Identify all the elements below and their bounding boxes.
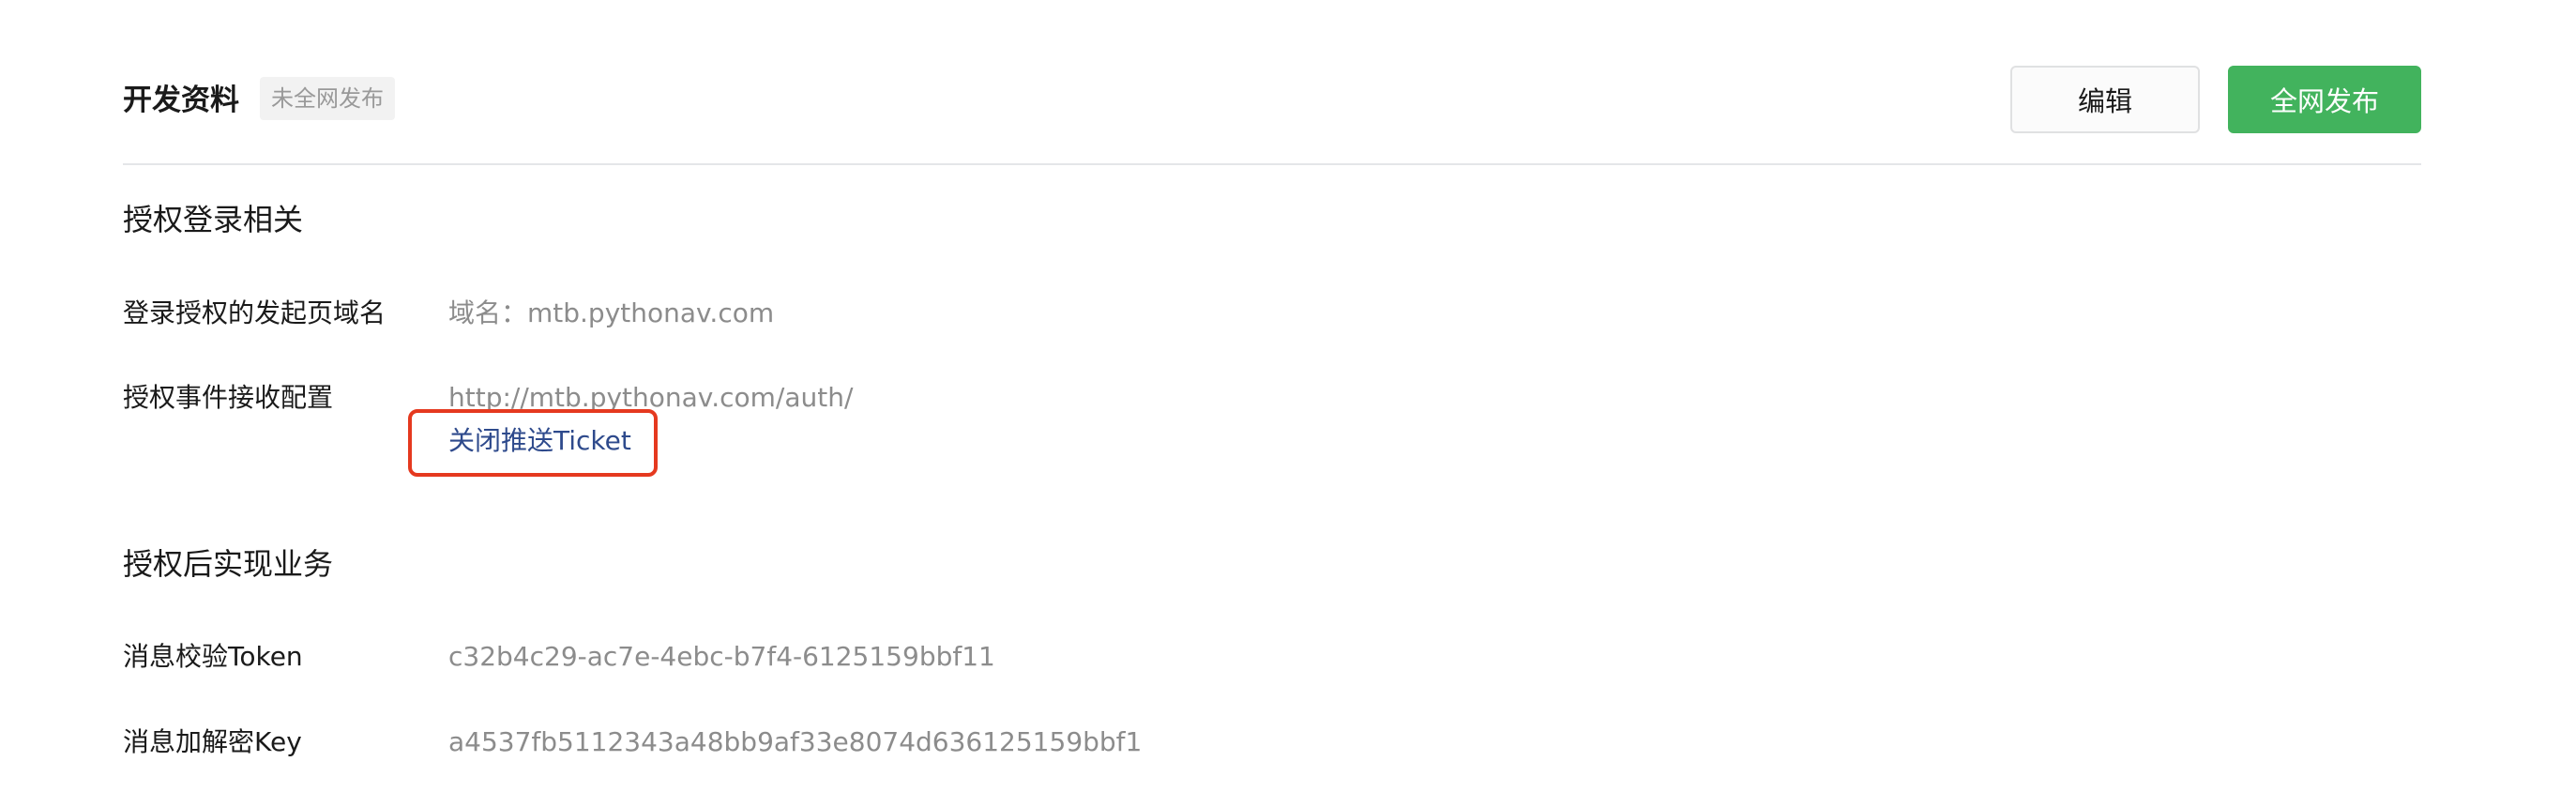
event-config-value: http://mtb.pythonav.com/auth/ — [448, 382, 854, 413]
key-value: a4537fb5112343a48bb9af33e8074d636125159b… — [448, 726, 1143, 757]
status-badge: 未全网发布 — [260, 77, 395, 120]
domain-label: 登录授权的发起页域名 — [123, 297, 386, 328]
section-title-business: 授权后实现业务 — [123, 546, 334, 582]
token-value: c32b4c29-ac7e-4ebc-b7f4-6125159bbf11 — [448, 641, 995, 672]
token-label: 消息校验Token — [123, 641, 303, 672]
publish-button[interactable]: 全网发布 — [2228, 66, 2421, 133]
page-header: 开发资料 未全网发布 编辑 全网发布 — [123, 66, 2421, 165]
domain-value: 域名：mtb.pythonav.com — [448, 297, 775, 328]
page-title: 开发资料 — [123, 84, 239, 117]
section-title-auth-login: 授权登录相关 — [123, 202, 304, 237]
key-label: 消息加解密Key — [123, 726, 302, 757]
edit-button[interactable]: 编辑 — [2010, 66, 2200, 133]
close-ticket-link[interactable]: 关闭推送Ticket — [448, 422, 631, 460]
event-config-label: 授权事件接收配置 — [123, 382, 334, 413]
